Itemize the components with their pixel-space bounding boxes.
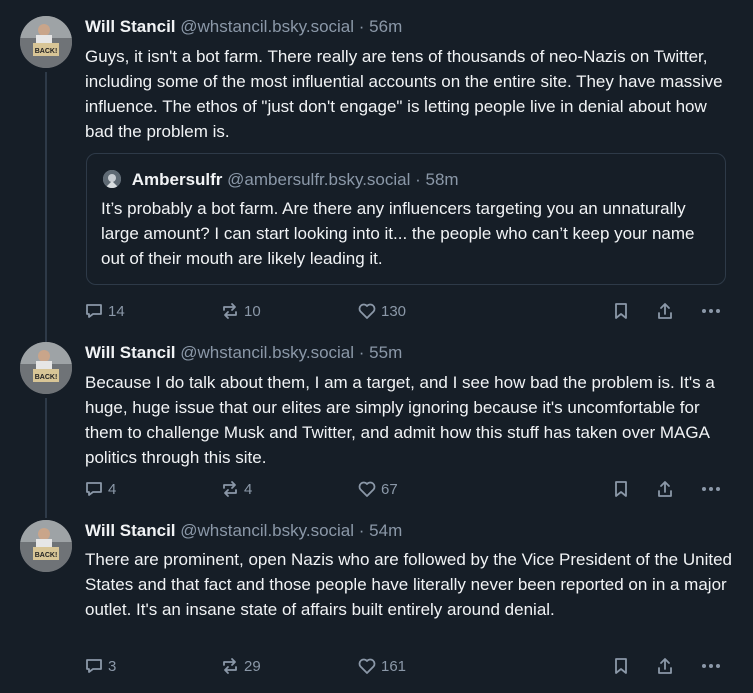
- reply-icon: [86, 304, 102, 318]
- post-header: Will Stancil @whstancil.bsky.social · 55…: [85, 343, 402, 363]
- like-button[interactable]: 161: [357, 655, 406, 677]
- author-name[interactable]: Will Stancil: [85, 521, 176, 540]
- post[interactable]: BACK! Will Stancil @whstancil.bsky.socia…: [0, 0, 753, 340]
- like-count: 67: [381, 480, 398, 498]
- share-button[interactable]: [655, 478, 675, 500]
- quote-avatar: [103, 170, 121, 188]
- repost-icon: [223, 481, 237, 497]
- post-header: Will Stancil @whstancil.bsky.social · 54…: [85, 521, 402, 541]
- share-button[interactable]: [655, 655, 675, 677]
- post-time[interactable]: · 56m: [359, 17, 402, 36]
- post[interactable]: BACK! Will Stancil @whstancil.bsky.socia…: [0, 518, 753, 693]
- share-icon: [658, 303, 672, 319]
- reply-icon: [86, 659, 102, 673]
- share-icon: [658, 658, 672, 674]
- reply-icon: [86, 482, 102, 496]
- post-text: Because I do talk about them, I am a tar…: [85, 373, 715, 467]
- quote-text: It’s probably a bot farm. Are there any …: [101, 199, 695, 268]
- bookmark-icon: [615, 481, 627, 497]
- heart-icon: [358, 658, 376, 674]
- share-icon: [658, 481, 672, 497]
- more-button[interactable]: [700, 655, 722, 677]
- repost-icon: [223, 303, 237, 319]
- bookmark-button[interactable]: [612, 478, 630, 500]
- post-actions: 14 10 130: [84, 300, 724, 322]
- like-button[interactable]: 67: [357, 478, 398, 500]
- author-handle[interactable]: @whstancil.bsky.social: [180, 17, 354, 36]
- bookmark-icon: [615, 303, 627, 319]
- heart-icon: [358, 303, 376, 319]
- author-name[interactable]: Will Stancil: [85, 17, 176, 36]
- post-time[interactable]: · 55m: [359, 343, 402, 362]
- bookmark-icon: [615, 658, 627, 674]
- reply-count: 14: [108, 302, 125, 320]
- repost-icon: [223, 658, 237, 674]
- author-handle[interactable]: @whstancil.bsky.social: [180, 521, 354, 540]
- repost-button[interactable]: 4: [220, 478, 252, 500]
- svg-text:BACK!: BACK!: [35, 552, 58, 559]
- post-text: Guys, it isn't a bot farm. There really …: [85, 47, 723, 141]
- reply-button[interactable]: 3: [84, 655, 116, 677]
- like-button[interactable]: 130: [357, 300, 406, 322]
- like-count: 130: [381, 302, 407, 320]
- quote-author-name[interactable]: Ambersulfr: [132, 170, 223, 189]
- bookmark-button[interactable]: [612, 300, 630, 322]
- svg-text:BACK!: BACK!: [35, 48, 58, 55]
- reply-button[interactable]: 14: [84, 300, 125, 322]
- repost-count: 10: [244, 302, 261, 320]
- post-header: Will Stancil @whstancil.bsky.social · 56…: [85, 17, 402, 37]
- quote-author-handle[interactable]: @ambersulfr.bsky.social: [227, 170, 410, 189]
- author-name[interactable]: Will Stancil: [85, 343, 176, 362]
- post-actions: 3 29 161: [84, 655, 724, 677]
- like-count: 161: [381, 657, 407, 675]
- more-icon: [702, 309, 720, 313]
- post-text: There are prominent, open Nazis who are …: [85, 550, 732, 619]
- post[interactable]: BACK! Will Stancil @whstancil.bsky.socia…: [0, 340, 753, 510]
- post-actions: 4 4 67: [84, 478, 724, 500]
- author-handle[interactable]: @whstancil.bsky.social: [180, 343, 354, 362]
- more-icon: [702, 487, 720, 491]
- post-time[interactable]: · 54m: [359, 521, 402, 540]
- more-icon: [702, 664, 720, 668]
- avatar[interactable]: BACK!: [20, 16, 72, 68]
- quote-header: Ambersulfr @ambersulfr.bsky.social · 58m: [103, 170, 459, 190]
- reply-button[interactable]: 4: [84, 478, 116, 500]
- more-button[interactable]: [700, 478, 722, 500]
- more-button[interactable]: [700, 300, 722, 322]
- repost-count: 4: [244, 480, 253, 498]
- svg-text:BACK!: BACK!: [35, 374, 58, 381]
- avatar[interactable]: BACK!: [20, 342, 72, 394]
- quoted-post[interactable]: Ambersulfr @ambersulfr.bsky.social · 58m…: [86, 153, 726, 285]
- reply-count: 3: [108, 657, 117, 675]
- quote-time[interactable]: · 58m: [415, 170, 458, 189]
- avatar[interactable]: BACK!: [20, 520, 72, 572]
- repost-button[interactable]: 10: [220, 300, 261, 322]
- repost-button[interactable]: 29: [220, 655, 261, 677]
- bookmark-button[interactable]: [612, 655, 630, 677]
- heart-icon: [358, 481, 376, 497]
- reply-count: 4: [108, 480, 117, 498]
- share-button[interactable]: [655, 300, 675, 322]
- repost-count: 29: [244, 657, 261, 675]
